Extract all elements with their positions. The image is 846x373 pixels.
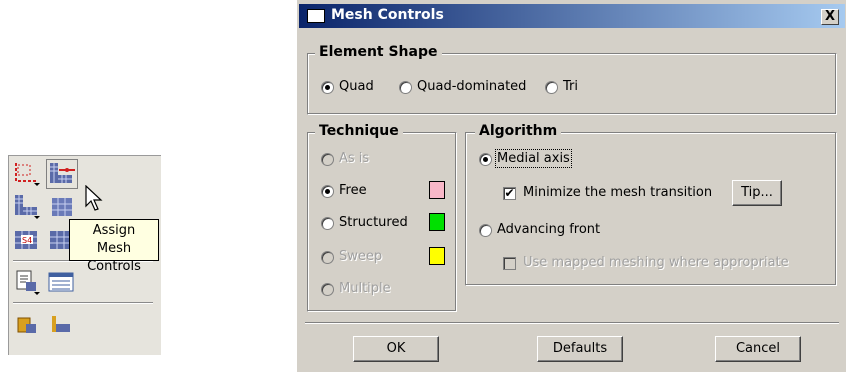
- sweep-radio[interactable]: [321, 251, 334, 264]
- seed-edges-icon[interactable]: [12, 159, 42, 187]
- medial-axis-label[interactable]: Medial axis: [495, 149, 572, 168]
- advancing-front-label[interactable]: Advancing front: [497, 222, 600, 237]
- mesh-toolbox: S4 Assign Mesh Controls: [8, 155, 168, 373]
- algorithm-legend: Algorithm: [475, 123, 562, 139]
- advancing-front-radio[interactable]: [479, 224, 492, 237]
- minimize-transition-label[interactable]: Minimize the mesh transition: [523, 185, 712, 200]
- structured-radio[interactable]: [321, 217, 334, 230]
- tip-button[interactable]: Tip...: [732, 180, 782, 206]
- quad-dominated-radio[interactable]: [399, 81, 412, 94]
- use-mapped-label: Use mapped meshing where appropriate: [523, 255, 789, 270]
- element-shape-legend: Element Shape: [315, 44, 442, 60]
- window-icon: [307, 9, 325, 23]
- query-icon[interactable]: [12, 268, 42, 296]
- tri-label[interactable]: Tri: [563, 79, 578, 94]
- sweep-label: Sweep: [339, 249, 383, 264]
- toolbox-separator: [13, 302, 153, 304]
- mouse-pointer-icon: [84, 184, 106, 213]
- mesh-controls-dialog: Mesh Controls X Element Shape Quad Quad-…: [296, 0, 846, 372]
- free-radio[interactable]: [321, 185, 334, 198]
- dialog-title: Mesh Controls: [331, 7, 444, 23]
- structured-label[interactable]: Structured: [339, 215, 408, 230]
- edit-mesh-icon[interactable]: [46, 310, 76, 338]
- multiple-label: Multiple: [339, 281, 391, 296]
- tooltip-line-1: Assign: [92, 223, 136, 238]
- torn-edge: [8, 355, 168, 373]
- tooltip-line-2: Mesh Controls: [87, 241, 141, 274]
- sweep-color-swatch: [429, 247, 445, 265]
- svg-text:S4: S4: [22, 236, 32, 245]
- tri-radio[interactable]: [545, 81, 558, 94]
- structured-color-swatch: [429, 213, 445, 231]
- quad-label[interactable]: Quad: [339, 79, 374, 94]
- close-button[interactable]: X: [821, 9, 839, 25]
- minimize-transition-checkbox[interactable]: ✔: [503, 187, 516, 200]
- multiple-radio[interactable]: [321, 283, 334, 296]
- medial-axis-radio[interactable]: [479, 153, 492, 166]
- tooltip: Assign Mesh Controls: [69, 219, 159, 274]
- free-color-swatch: [429, 181, 445, 199]
- free-label[interactable]: Free: [339, 183, 367, 198]
- as-is-radio[interactable]: [321, 153, 334, 166]
- button-separator: [305, 322, 839, 324]
- title-bar[interactable]: Mesh Controls X: [299, 4, 845, 28]
- quad-radio[interactable]: [321, 81, 334, 94]
- assign-element-type-icon[interactable]: [46, 192, 76, 220]
- cancel-button[interactable]: Cancel: [715, 336, 801, 362]
- defaults-button[interactable]: Defaults: [537, 336, 623, 362]
- s4-element-icon[interactable]: S4: [12, 226, 42, 254]
- use-mapped-checkbox[interactable]: [503, 257, 516, 270]
- as-is-label: As is: [339, 151, 370, 166]
- element-type-icon[interactable]: [12, 192, 42, 220]
- quad-dominated-label[interactable]: Quad-dominated: [417, 79, 526, 94]
- ok-button[interactable]: OK: [353, 336, 439, 362]
- mesh-controls-icon[interactable]: [46, 159, 78, 189]
- technique-legend: Technique: [315, 123, 403, 139]
- verify-mesh-icon[interactable]: [12, 310, 42, 338]
